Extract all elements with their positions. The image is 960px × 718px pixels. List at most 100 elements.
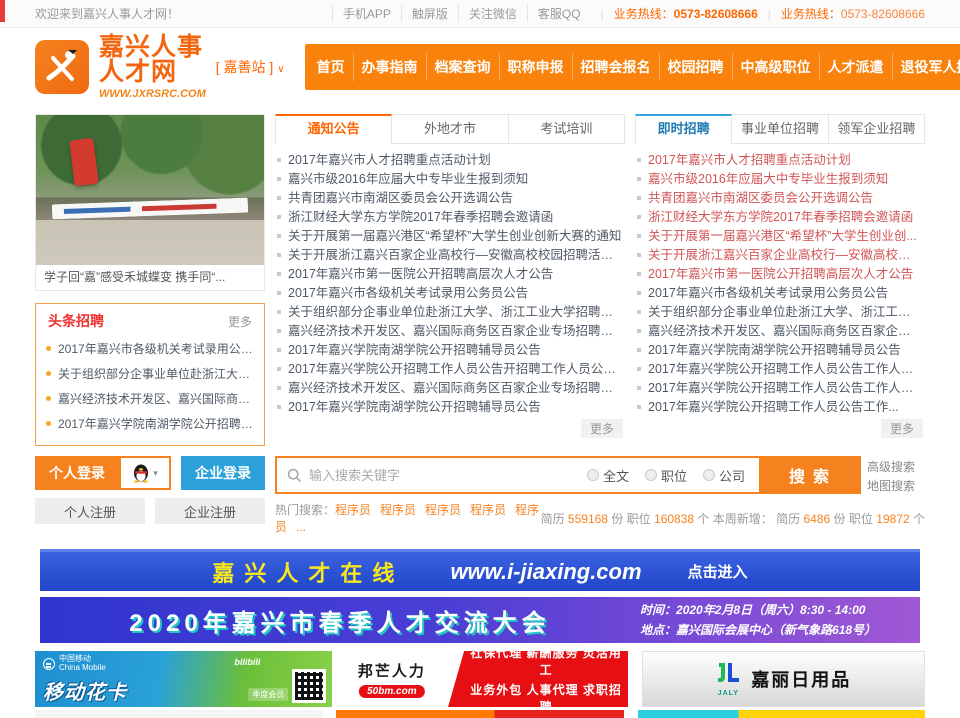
tab-exam-training[interactable]: 考试培训 (509, 114, 625, 144)
headline-recruit-box: 头条招聘 更多 2017年嘉兴市各级机关考试录用公务...关于组织部分企事业单位… (35, 303, 265, 446)
site-header: 嘉兴人事人才网 WWW.JXRSRC.COM [ 嘉善站 ] ∨ 首页办事指南档… (0, 28, 960, 106)
company-register-button[interactable]: 企业注册 (155, 498, 265, 524)
notice-item[interactable]: 嘉兴市级2016年应届大中专毕业生报到须知 (277, 170, 623, 189)
notice-item[interactable]: 2017年嘉兴市第一医院公开招聘高层次人才公告 (277, 265, 623, 284)
nav-item[interactable]: 人才派遣 (819, 53, 892, 81)
nav-item[interactable]: 校园招聘 (659, 53, 732, 81)
job-item[interactable]: 2017年嘉兴学院公开招聘工作人员公告工作... (637, 398, 923, 417)
search-input[interactable] (309, 468, 577, 483)
map-search-link[interactable]: 地图搜索 (867, 477, 925, 496)
job-item[interactable]: 嘉兴经济技术开发区、嘉兴国际商务区百家企业专... (637, 322, 923, 341)
notice-item[interactable]: 关于组织部分企事业单位赴浙江大学、浙江工业大学招聘人才的... (277, 303, 623, 322)
headline-item[interactable]: 关于组织部分企事业单位赴浙江大学... (46, 362, 254, 387)
spring-job-fair-banner[interactable]: 2020年嘉兴市春季人才交流大会 时间：2020年2月8日（周六）8:30 - … (40, 597, 920, 643)
nav-item[interactable]: 办事指南 (353, 53, 426, 81)
notice-list-footer: 更多 (275, 417, 625, 438)
nav-item[interactable]: 档案查询 (426, 53, 499, 81)
job-item[interactable]: 浙江财经大学东方学院2017年春季招聘会邀请函 (637, 208, 923, 227)
carousel-caption[interactable]: 学子回“嘉”感受禾城蝶变 携手同“... (36, 265, 264, 290)
company-login-button[interactable]: 企业登录 (181, 456, 265, 490)
banner2-time: 2020年2月8日（周六）8:30 - 14:00 (676, 603, 865, 617)
notice-item[interactable]: 2017年嘉兴学院南湖学院公开招聘辅导员公告 (277, 341, 623, 360)
job-item[interactable]: 共青团嘉兴市南湖区委员会公开选调公告 (637, 189, 923, 208)
job-item[interactable]: 2017年嘉兴市第一医院公开招聘高层次人才公告 (637, 265, 923, 284)
job-item[interactable]: 关于开展第一届嘉兴港区“希望杯”大学生创业创... (637, 227, 923, 246)
job-item[interactable]: 关于组织部分企事业单位赴浙江大学、浙江工业大... (637, 303, 923, 322)
nav-item[interactable]: 中高级职位 (732, 53, 819, 81)
banner1-url: www.i-jiaxing.com (450, 559, 641, 585)
notice-item[interactable]: 嘉兴经济技术开发区、嘉兴国际商务区百家企业专场招聘会公告 (277, 322, 623, 341)
bullet-square-icon (277, 234, 281, 238)
topbar-link[interactable]: 手机APP (332, 5, 401, 22)
hot-search-term[interactable]: ... (296, 520, 306, 534)
notice-item[interactable]: 关于开展第一届嘉兴港区“希望杯”大学生创业创新大赛的通知 (277, 227, 623, 246)
nav-item[interactable]: 退役军人招聘 (892, 53, 960, 81)
site-title-block[interactable]: 嘉兴人事人才网 WWW.JXRSRC.COM (99, 35, 206, 100)
scope-position-radio[interactable]: 职位 (645, 466, 687, 485)
tab-instant-recruit[interactable]: 即时招聘 (635, 114, 732, 144)
nav-item[interactable]: 首页 (309, 53, 353, 81)
job-item[interactable]: 2017年嘉兴学院公开招聘工作人员公告工作人员... (637, 379, 923, 398)
job-item[interactable]: 2017年嘉兴市各级机关考试录用公务员公告 (637, 284, 923, 303)
login-area: 个人登录 ▾ 企业登录 个人注册 企业注册 (35, 456, 265, 535)
topbar-link[interactable]: 关注微信 (458, 5, 527, 22)
job-item[interactable]: 关于开展浙江嘉兴百家企业高校行—安徽高校校园... (637, 246, 923, 265)
site-logo-icon[interactable] (35, 40, 89, 94)
search-button[interactable]: 搜索 (759, 458, 859, 492)
jobs-more-link[interactable]: 更多 (881, 419, 923, 438)
job-item[interactable]: 2017年嘉兴学院公开招聘工作人员公告工作人员... (637, 360, 923, 379)
china-mobile-ad[interactable]: 中国移动China Mobile bilibili 移动花卡 季度会员 (35, 651, 332, 707)
station-selector[interactable]: [ 嘉善站 ] ∨ (216, 57, 285, 77)
notice-column: 通知公告 外地才市 考试培训 2017年嘉兴市人才招聘重点活动计划嘉兴市级201… (275, 114, 625, 438)
notice-more-link[interactable]: 更多 (581, 419, 623, 438)
topbar-link[interactable]: 触屏版 (401, 5, 458, 22)
headline-more-link[interactable]: 更多 (228, 313, 252, 330)
notice-item[interactable]: 2017年嘉兴市各级机关考试录用公务员公告 (277, 284, 623, 303)
hot-search-term[interactable]: 程序员 (335, 503, 371, 517)
bullet-dot-icon (46, 421, 51, 426)
notice-item[interactable]: 2017年嘉兴学院南湖学院公开招聘辅导员公告 (277, 398, 623, 417)
jobs-list: 2017年嘉兴市各级机关考试录用公务员公告关于组织部分企事业单位赴浙江大学、浙江… (635, 284, 925, 417)
notice-item[interactable]: 2017年嘉兴学院公开招聘工作人员公告开招聘工作人员公告开... (277, 360, 623, 379)
personal-register-button[interactable]: 个人注册 (35, 498, 145, 524)
stat-label: 本周新增： (713, 512, 773, 526)
site-name: 嘉兴人事人才网 (99, 35, 206, 85)
bangmang-hr-ad[interactable]: 邦芒人力 50bm.com 社保代理 薪酬服务 灵活用工 业务外包 人事代理 求… (346, 651, 627, 707)
topbar-link[interactable]: 客服QQ (527, 5, 591, 22)
headline-item[interactable]: 嘉兴经济技术开发区、嘉兴国际商务... (46, 387, 254, 412)
tab-notice-announcements[interactable]: 通知公告 (275, 114, 392, 144)
stat-value: 19872 (876, 512, 909, 526)
hot-search-term[interactable]: 程序员 (425, 503, 461, 517)
bullet-square-icon (277, 272, 281, 276)
scope-fulltext-radio[interactable]: 全文 (587, 466, 629, 485)
personal-login-button[interactable]: 个人登录 (35, 456, 119, 490)
nav-item[interactable]: 职称申报 (499, 53, 572, 81)
hot-search-term[interactable]: 程序员 (380, 503, 416, 517)
jaly-ad[interactable]: JALY 嘉丽日用品 (642, 651, 925, 707)
notice-item[interactable]: 共青团嘉兴市南湖区委员会公开选调公告 (277, 189, 623, 208)
notice-item[interactable]: 2017年嘉兴市人才招聘重点活动计划 (277, 151, 623, 170)
bullet-square-icon (637, 196, 641, 200)
tab-outside-talent-market[interactable]: 外地才市 (392, 114, 508, 144)
scope-company-radio[interactable]: 公司 (703, 466, 745, 485)
hot-search-term[interactable]: 程序员 (470, 503, 506, 517)
carousel-photo[interactable] (36, 115, 264, 265)
jiaxing-talent-online-banner[interactable]: 嘉兴人才在线 www.i-jiaxing.com 点击进入 (40, 549, 920, 591)
notice-item[interactable]: 嘉兴经济技术开发区、嘉兴国际商务区百家企业专场招聘会公告 (277, 379, 623, 398)
nav-item[interactable]: 招聘会报名 (572, 53, 659, 81)
advanced-search-link[interactable]: 高级搜索 (867, 458, 925, 477)
stat-unit: 份 (611, 512, 623, 526)
tab-public-institution-recruit[interactable]: 事业单位招聘 (732, 114, 828, 144)
banner2-info: 时间：2020年2月8日（周六）8:30 - 14:00 地点：嘉兴国际会展中心… (640, 600, 920, 641)
notice-item[interactable]: 浙江财经大学东方学院2017年春季招聘会邀请函 (277, 208, 623, 227)
headline-item[interactable]: 2017年嘉兴学院南湖学院公开招聘辅... (46, 412, 254, 437)
job-item[interactable]: 嘉兴市级2016年应届大中专毕业生报到须知 (637, 170, 923, 189)
headline-item[interactable]: 2017年嘉兴市各级机关考试录用公务... (46, 337, 254, 362)
qq-login-button[interactable]: ▾ (119, 456, 171, 490)
job-item[interactable]: 2017年嘉兴学院南湖学院公开招聘辅导员公告 (637, 341, 923, 360)
tab-leading-enterprise-recruit[interactable]: 领军企业招聘 (829, 114, 925, 144)
search-scope-radios: 全文 职位 公司 (587, 458, 759, 492)
job-item[interactable]: 2017年嘉兴市人才招聘重点活动计划 (637, 151, 923, 170)
search-side-links: 高级搜索 地图搜索 (867, 458, 925, 495)
notice-item[interactable]: 关于开展浙江嘉兴百家企业高校行—安徽高校校园招聘活动的通... (277, 246, 623, 265)
